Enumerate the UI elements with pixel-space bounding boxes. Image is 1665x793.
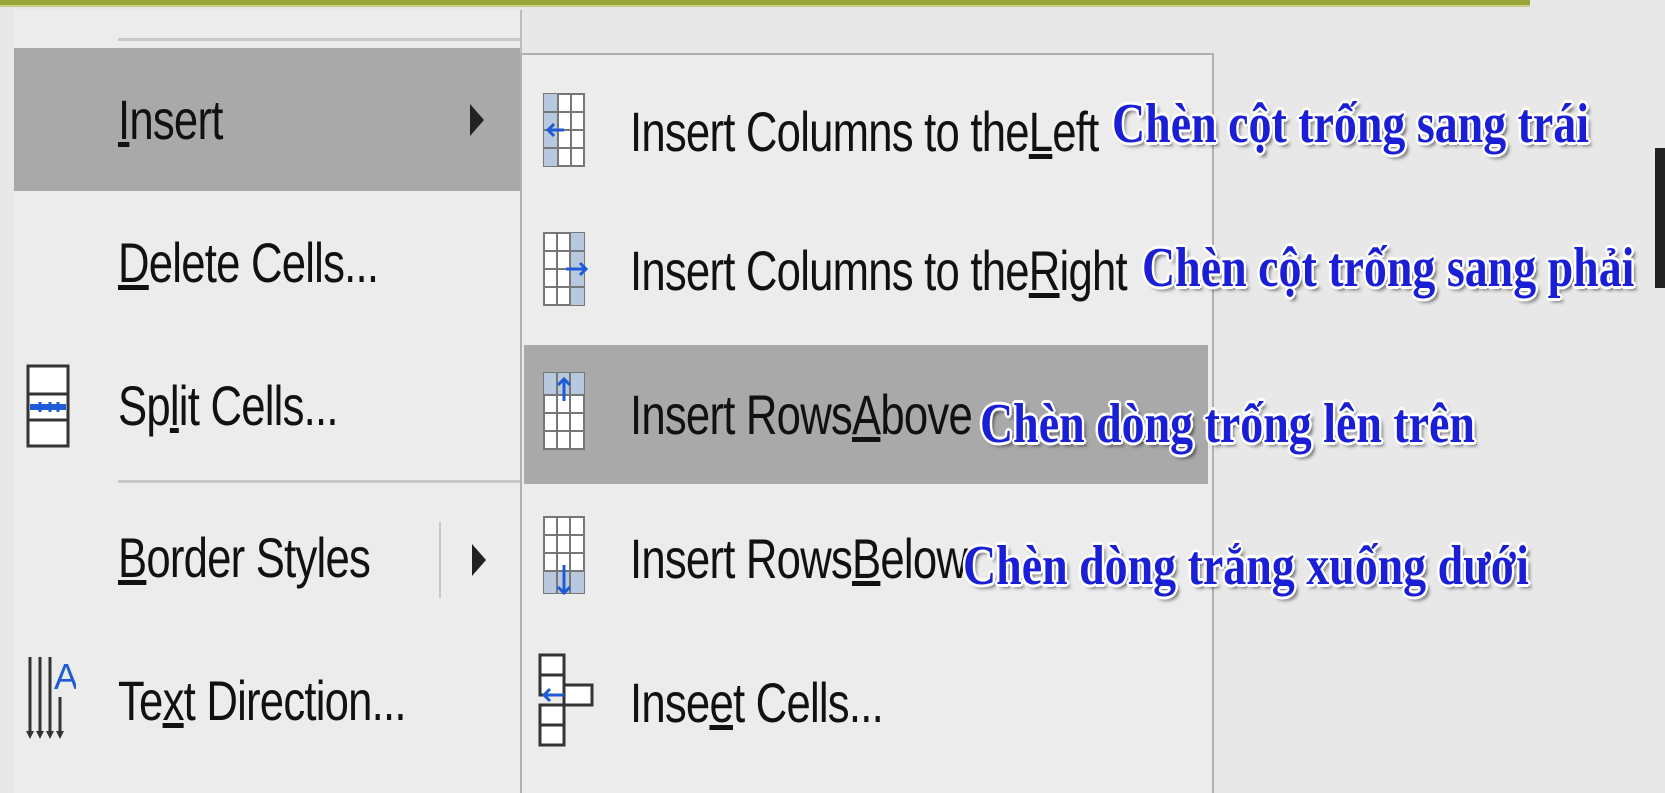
menu-item-label: Te x t Direction... <box>118 669 407 732</box>
menu-item-label: Delete Cells... <box>118 231 379 294</box>
window-edge <box>1655 148 1665 288</box>
submenu-item-insert-cells[interactable]: Inse e t Cells... <box>524 633 1208 772</box>
insert-rows-below-icon <box>543 516 585 596</box>
menu-item-delete-cells[interactable]: Delete Cells... <box>14 191 520 334</box>
submenu-item-insert-columns-left[interactable]: Insert Columns to the Left <box>524 62 1208 201</box>
menu-separator <box>118 480 520 483</box>
menu-item-label: Insert <box>118 88 223 151</box>
submenu-item-label: Insert Rows Above <box>630 383 973 446</box>
window-accent-bar-light <box>0 5 1530 7</box>
annotation-rows-above: Chèn dòng trống lên trên <box>980 393 1475 455</box>
svg-text:A: A <box>54 656 76 697</box>
menu-item-split-cells[interactable]: Sp l it Cells... <box>14 334 520 477</box>
menu-item-border-styles[interactable]: Border Styles <box>14 486 520 629</box>
submenu-arrow-icon <box>470 104 484 136</box>
insert-rows-above-icon <box>543 372 585 450</box>
text-direction-icon: A <box>26 656 76 739</box>
submenu-arrow-icon <box>472 544 486 576</box>
menu-item-label: Border Styles <box>118 526 371 589</box>
insert-columns-left-icon <box>543 93 585 167</box>
submenu-item-label: Insert Columns to the Right <box>630 239 1128 302</box>
menu-item-label: Sp l it Cells... <box>118 374 338 437</box>
menu-item-insert[interactable]: Insert <box>14 48 520 191</box>
menu-item-text-direction[interactable]: A Te x t Direction... <box>14 629 520 772</box>
insert-cells-icon <box>538 653 594 747</box>
submenu-item-label: Inse e t Cells... <box>630 671 884 734</box>
submenu-item-insert-columns-right[interactable]: Insert Columns to the Right <box>524 201 1208 340</box>
submenu-item-label: Insert Rows Below <box>630 527 968 590</box>
annotation-columns-left: Chèn cột trống sang trái <box>1112 93 1590 155</box>
annotation-rows-below: Chèn dòng trắng xuống dưới <box>963 535 1529 597</box>
insert-columns-right-icon <box>543 232 589 306</box>
menu-separator <box>118 38 520 41</box>
split-button-divider <box>439 522 441 598</box>
annotation-columns-right: Chèn cột trống sang phải <box>1142 237 1635 299</box>
submenu-item-label: Insert Columns to the Left <box>630 100 1099 163</box>
split-cells-icon <box>26 364 70 448</box>
